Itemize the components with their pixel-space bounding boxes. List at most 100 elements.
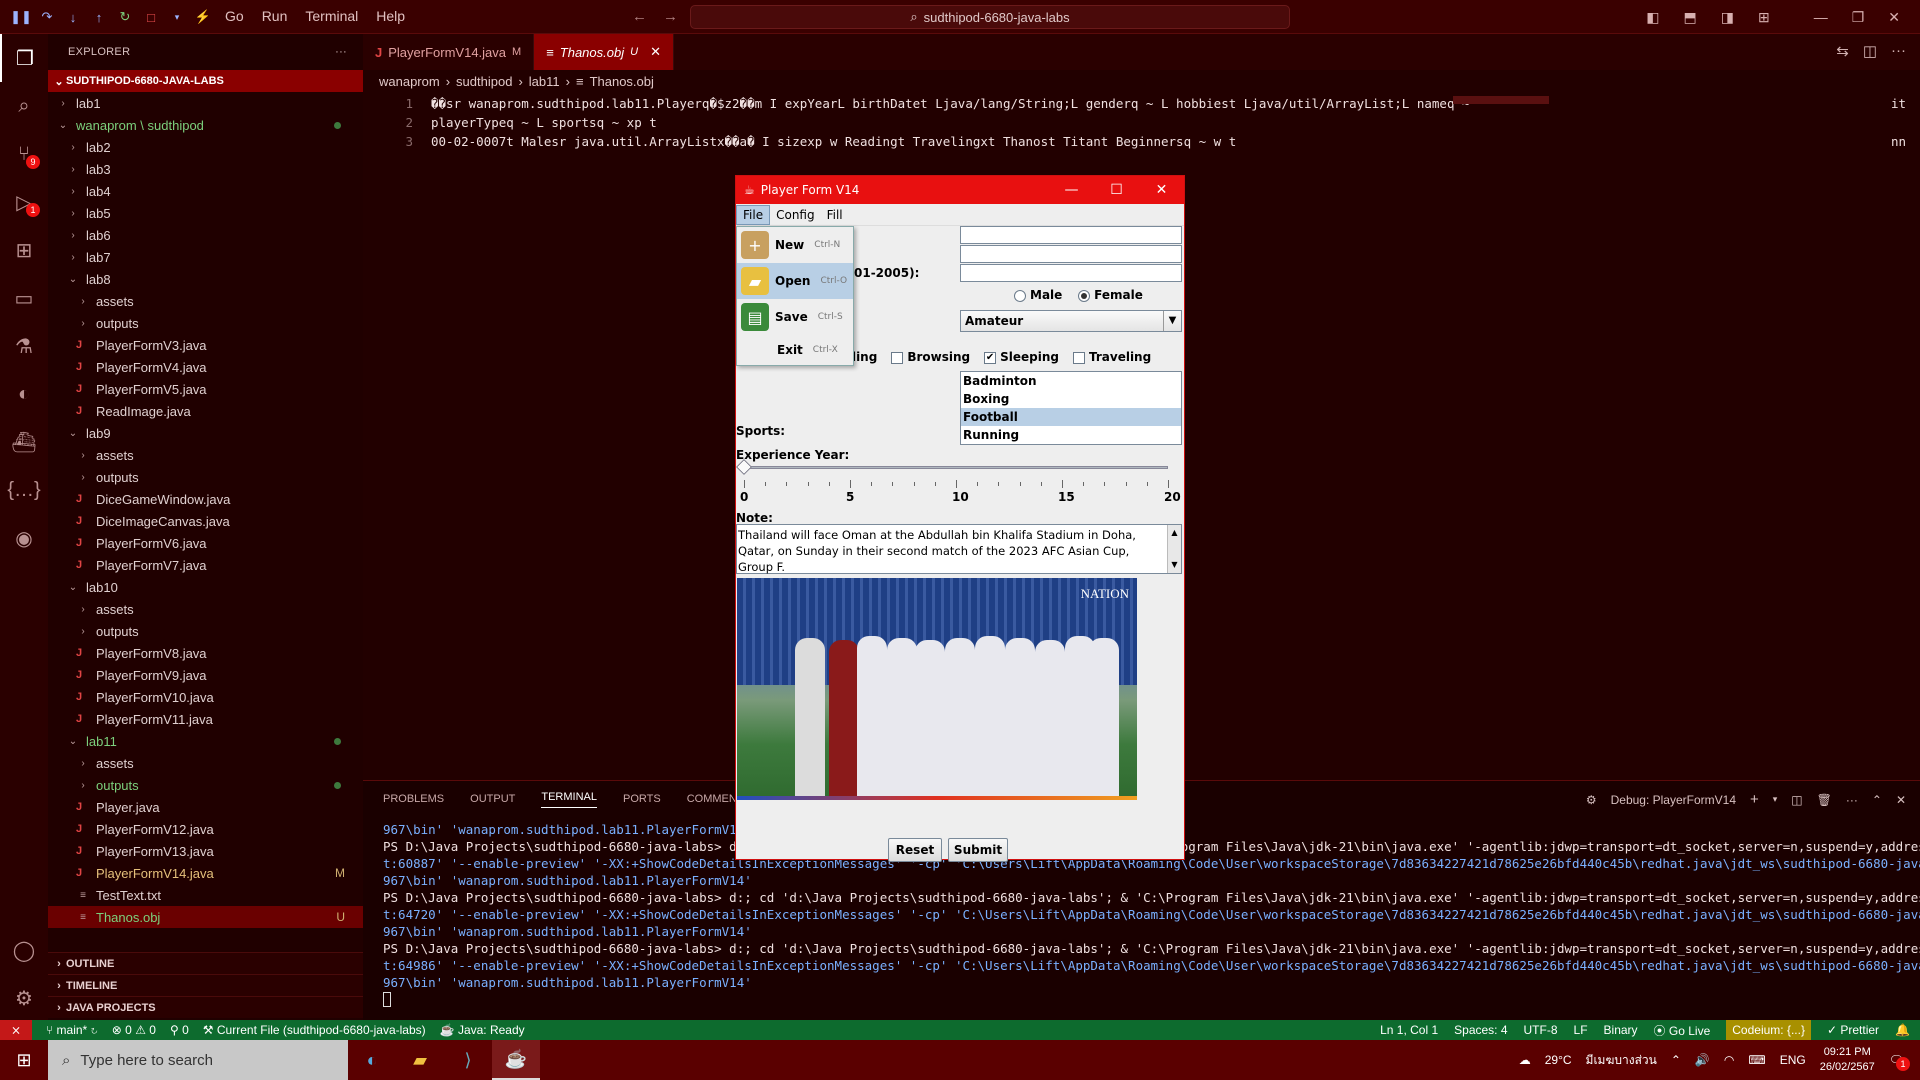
female-radio[interactable]: Female <box>1078 288 1143 302</box>
maximize-panel-icon[interactable]: ⌃ <box>1872 793 1882 807</box>
more-actions-icon[interactable]: ··· <box>1891 42 1906 60</box>
json-icon[interactable]: {…} <box>0 466 48 514</box>
vscode-app-icon[interactable]: ⟩ <box>444 1040 492 1080</box>
clock[interactable]: 09:21 PM 26/02/2567 <box>1820 1045 1875 1075</box>
explorer-icon[interactable]: ❐ <box>0 34 48 82</box>
nationality-field[interactable] <box>960 245 1182 263</box>
settings-gear-icon[interactable]: ⚙ <box>0 974 48 1022</box>
source-control-icon[interactable]: ⑂ 9 <box>0 130 48 178</box>
name-field[interactable] <box>960 226 1182 244</box>
tree-file[interactable]: J PlayerFormV3.java <box>48 334 363 356</box>
testing-icon[interactable]: ⚗ <box>0 322 48 370</box>
tree-file[interactable]: J PlayerFormV11.java <box>48 708 363 730</box>
layout-icon[interactable]: ⊞ <box>1758 9 1770 26</box>
java-projects-section[interactable]: › JAVA PROJECTS <box>48 996 363 1018</box>
toggle-secondary-sidebar-icon[interactable]: ◨ <box>1721 9 1734 26</box>
language-indicator[interactable]: ENG <box>1780 1053 1806 1067</box>
keyboard-icon[interactable]: ⌨ <box>1748 1053 1765 1067</box>
prettier-status[interactable]: ✓ Prettier <box>1827 1023 1879 1037</box>
submit-button[interactable]: Submit <box>948 838 1008 862</box>
tree-file[interactable]: J DiceGameWindow.java <box>48 488 363 510</box>
chevron-up-icon[interactable]: ⌃ <box>1671 1053 1681 1067</box>
volume-icon[interactable]: 🔊 <box>1695 1053 1710 1067</box>
code-view[interactable]: 1 ��sr wanaprom.sudthipod.lab11.Playerq�… <box>363 92 1920 152</box>
close-icon[interactable]: ✕ <box>650 44 661 60</box>
windows-start-icon[interactable]: ⊞ <box>0 1040 48 1080</box>
go-live-button[interactable]: ⦿ Go Live <box>1654 1022 1711 1039</box>
step-over-icon[interactable]: ↷ <box>36 6 58 28</box>
tree-folder[interactable]: › lab7 <box>48 246 363 268</box>
cursor-position[interactable]: Ln 1, Col 1 <box>1380 1023 1438 1037</box>
pause-icon[interactable]: ❚❚ <box>10 6 32 28</box>
tree-folder[interactable]: › lab2 <box>48 136 363 158</box>
search-icon[interactable]: ⌕ <box>0 82 48 130</box>
male-radio[interactable]: Male <box>1014 288 1062 302</box>
forward-arrow-icon[interactable]: → <box>663 8 678 25</box>
sports-list[interactable]: Badminton Boxing Football Running <box>960 371 1182 445</box>
menu-item-exit[interactable]: Exit Ctrl-X <box>737 335 853 365</box>
trash-icon[interactable]: 🗑 <box>1817 793 1832 807</box>
tree-folder[interactable]: › assets <box>48 598 363 620</box>
tree-folder[interactable]: ⌄ lab10 <box>48 576 363 598</box>
minimap[interactable] <box>1453 96 1549 104</box>
birthdate-field[interactable] <box>960 264 1182 282</box>
timeline-section[interactable]: › TIMELINE <box>48 974 363 996</box>
compare-icon[interactable]: ⇆ <box>1836 42 1849 60</box>
tree-folder[interactable]: ⌄ wanaprom \ sudthipod <box>48 114 363 136</box>
edge-app-icon[interactable]: ◐ <box>348 1040 396 1080</box>
ports-status[interactable]: ⚲ 0 <box>170 1023 189 1037</box>
run-debug-icon[interactable]: ▷ 1 <box>0 178 48 226</box>
restart-icon[interactable]: ↻ <box>114 6 136 28</box>
bell-icon[interactable]: 🔔 <box>1895 1023 1910 1037</box>
java-status[interactable]: ☕ Java: Ready <box>440 1023 525 1037</box>
tree-file[interactable]: J PlayerFormV13.java <box>48 840 363 862</box>
outline-section[interactable]: › OUTLINE <box>48 952 363 974</box>
tab-output[interactable]: OUTPUT <box>470 793 515 805</box>
language-mode[interactable]: Binary <box>1604 1023 1638 1037</box>
tree-folder[interactable]: › outputs <box>48 312 363 334</box>
breadcrumb-item[interactable]: Thanos.obj <box>590 74 654 89</box>
tab-ports[interactable]: PORTS <box>623 793 661 805</box>
tree-folder[interactable]: › outputs <box>48 620 363 642</box>
codeium-status[interactable]: Codeium: {...} <box>1726 1020 1811 1040</box>
menu-terminal[interactable]: Terminal <box>305 8 358 24</box>
account-icon[interactable]: ◯ <box>0 926 48 974</box>
tree-folder[interactable]: ⌄ lab8 <box>48 268 363 290</box>
more-actions-icon[interactable]: ··· <box>1846 793 1858 807</box>
tree-file[interactable]: J PlayerFormV9.java <box>48 664 363 686</box>
menu-item-new[interactable]: + New Ctrl-N <box>737 227 853 263</box>
hobby-checkbox[interactable]: Traveling <box>1072 350 1151 364</box>
menu-item-save[interactable]: ▤ Save Ctrl-S <box>737 299 853 335</box>
tree-file[interactable]: J ReadImage.java <box>48 400 363 422</box>
tree-file[interactable]: J PlayerFormV14.java M <box>48 862 363 884</box>
split-editor-icon[interactable]: ◫ <box>1863 42 1877 60</box>
menu-fill[interactable]: Fill <box>821 206 849 224</box>
menu-go[interactable]: Go <box>225 8 244 24</box>
tab-playerformv14[interactable]: J PlayerFormV14.java M <box>363 34 535 70</box>
tree-folder[interactable]: ⌄ lab9 <box>48 422 363 444</box>
reset-button[interactable]: Reset <box>888 838 942 862</box>
note-scrollbar[interactable]: ▲ ▼ <box>1167 525 1181 573</box>
weather-temp[interactable]: 29°C <box>1545 1053 1572 1067</box>
breadcrumb-item[interactable]: sudthipod <box>456 74 512 89</box>
maximize-icon[interactable]: ☐ <box>1094 176 1139 204</box>
sports-list-item[interactable]: Badminton <box>961 372 1181 390</box>
tree-folder[interactable]: › lab3 <box>48 158 363 180</box>
menu-config[interactable]: Config <box>770 206 821 224</box>
menu-run[interactable]: Run <box>262 8 288 24</box>
toggle-panel-icon[interactable]: ⬒ <box>1684 9 1697 26</box>
tab-terminal[interactable]: TERMINAL <box>541 791 597 808</box>
tree-file[interactable]: J PlayerFormV10.java <box>48 686 363 708</box>
tree-folder[interactable]: › assets <box>48 290 363 312</box>
sports-list-item[interactable]: Running <box>961 426 1181 444</box>
tree-folder[interactable]: › lab1 <box>48 92 363 114</box>
restore-icon[interactable]: ❐ <box>1852 9 1865 26</box>
step-out-icon[interactable]: ↑ <box>88 6 110 28</box>
close-icon[interactable]: ✕ <box>1888 9 1900 26</box>
chevron-down-icon[interactable]: ▾ <box>166 6 188 28</box>
weather-icon[interactable]: ☁ <box>1519 1053 1531 1067</box>
experience-slider-track[interactable] <box>744 466 1168 469</box>
current-file-status[interactable]: ⚒ Current File (sudthipod-6680-java-labs… <box>203 1023 426 1037</box>
remote-indicator-icon[interactable]: ⨯ <box>0 1020 32 1040</box>
lightning-icon[interactable]: ⚡ <box>192 6 214 28</box>
